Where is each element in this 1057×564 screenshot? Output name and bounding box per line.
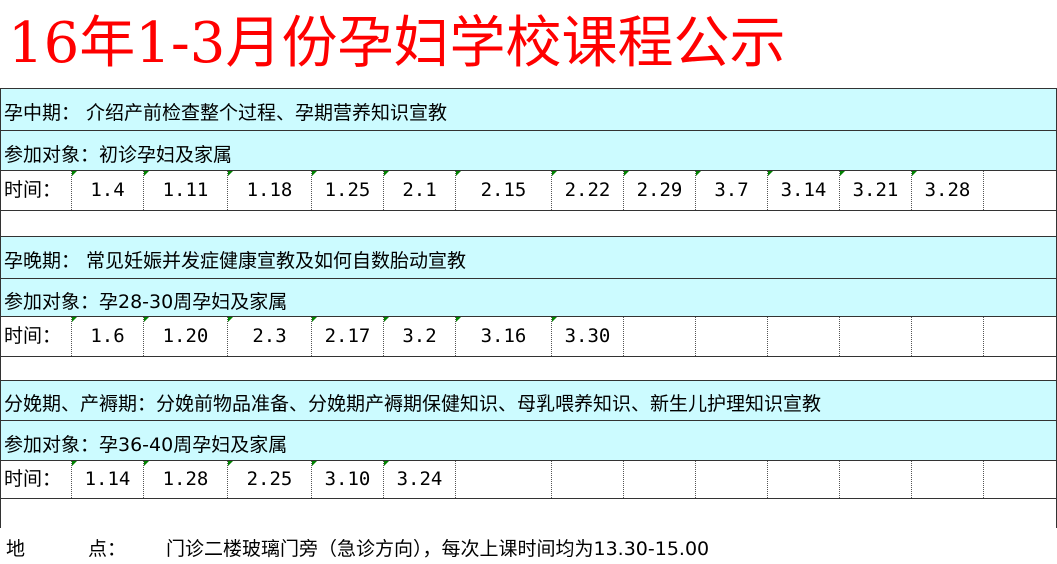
section-2-audience: 参加对象：孕28-30周孕妇及家属 bbox=[4, 291, 288, 313]
section-3-topic-row: 分娩期、产褥期：分娩前物品准备、分娩期产褥期保健知识、母乳喂养知识、新生儿护理知… bbox=[0, 380, 1057, 420]
date-cell: 3.24 bbox=[384, 460, 456, 498]
date-cell: 3.7 bbox=[696, 170, 768, 210]
time-label: 时间： bbox=[0, 316, 72, 356]
date-cell bbox=[696, 460, 768, 498]
grid-line bbox=[0, 316, 1057, 317]
date-cell: 2.25 bbox=[228, 460, 312, 498]
section-1-audience: 参加对象：初诊孕妇及家属 bbox=[4, 144, 233, 166]
section-1-audience-row: 参加对象：初诊孕妇及家属 bbox=[0, 130, 1057, 170]
grid-line bbox=[0, 420, 1057, 421]
section-2-audience-row: 参加对象：孕28-30周孕妇及家属 bbox=[0, 278, 1057, 316]
left-border bbox=[0, 88, 1, 528]
grid-line bbox=[0, 356, 1057, 357]
section-3-audience-row: 参加对象：孕36-40周孕妇及家属 bbox=[0, 420, 1057, 460]
date-cell bbox=[624, 316, 696, 356]
date-cell bbox=[624, 460, 696, 498]
section-3-schedule-row: 时间： 1.14 1.28 2.25 3.10 3.24 bbox=[0, 460, 1057, 498]
grid-line bbox=[0, 498, 1057, 499]
section-2-topic-row: 孕晚期： 常见妊娠并发症健康宣教及如何自数胎动宣教 bbox=[0, 236, 1057, 278]
footer-location: 地 点： 门诊二楼玻璃门旁（急诊方向），每次上课时间均为13.30-15.00 bbox=[0, 528, 1057, 564]
section-3-spacer bbox=[0, 498, 1057, 528]
date-cell bbox=[984, 316, 1057, 356]
footer-label-2: 点： bbox=[88, 538, 127, 560]
section-3-topic: 分娩期、产褥期：分娩前物品准备、分娩期产褥期保健知识、母乳喂养知识、新生儿护理知… bbox=[4, 393, 822, 415]
time-label: 时间： bbox=[0, 460, 72, 498]
grid-line bbox=[0, 130, 1057, 131]
date-cell: 2.29 bbox=[624, 170, 696, 210]
date-cell bbox=[984, 170, 1057, 210]
footer-label-1: 地 bbox=[6, 538, 26, 560]
date-cell: 1.14 bbox=[72, 460, 144, 498]
section-2-spacer bbox=[0, 356, 1057, 380]
date-cell: 2.17 bbox=[312, 316, 384, 356]
date-cell bbox=[912, 460, 984, 498]
grid-line bbox=[0, 170, 1057, 171]
section-3-audience: 参加对象：孕36-40周孕妇及家属 bbox=[4, 434, 288, 456]
date-cell bbox=[456, 460, 552, 498]
date-cell bbox=[552, 460, 624, 498]
date-cell: 1.6 bbox=[72, 316, 144, 356]
grid-line bbox=[0, 460, 1057, 461]
page-title: 16年1-3月份孕妇学校课程公示 bbox=[8, 11, 786, 76]
date-cell: 2.3 bbox=[228, 316, 312, 356]
section-1-spacer bbox=[0, 210, 1057, 236]
section-2-topic: 孕晚期： 常见妊娠并发症健康宣教及如何自数胎动宣教 bbox=[4, 250, 467, 272]
footer-text: 门诊二楼玻璃门旁（急诊方向），每次上课时间均为13.30-15.00 bbox=[166, 538, 710, 560]
date-cell: 3.2 bbox=[384, 316, 456, 356]
date-cell: 3.14 bbox=[768, 170, 840, 210]
date-cell bbox=[768, 316, 840, 356]
grid-line bbox=[0, 210, 1057, 211]
section-1-topic: 孕中期： 介绍产前检查整个过程、孕期营养知识宣教 bbox=[4, 102, 448, 124]
date-cell: 3.10 bbox=[312, 460, 384, 498]
section-2-schedule-row: 时间： 1.6 1.20 2.3 2.17 3.2 3.16 3.30 bbox=[0, 316, 1057, 356]
date-cell: 1.4 bbox=[72, 170, 144, 210]
page-title-area: 16年1-3月份孕妇学校课程公示 bbox=[0, 0, 1057, 88]
date-cell bbox=[840, 316, 912, 356]
date-cell bbox=[912, 316, 984, 356]
section-1-topic-row: 孕中期： 介绍产前检查整个过程、孕期营养知识宣教 bbox=[0, 88, 1057, 130]
grid-line bbox=[0, 278, 1057, 279]
date-cell: 2.22 bbox=[552, 170, 624, 210]
section-1-schedule-row: 时间： 1.4 1.11 1.18 1.25 2.1 2.15 2.22 2.29 3.7 3.14… bbox=[0, 170, 1057, 210]
date-cell: 1.20 bbox=[144, 316, 228, 356]
date-cell: 1.18 bbox=[228, 170, 312, 210]
date-cell bbox=[696, 316, 768, 356]
date-cell: 3.21 bbox=[840, 170, 912, 210]
date-cell: 2.1 bbox=[384, 170, 456, 210]
grid-line bbox=[0, 236, 1057, 237]
date-cell: 1.11 bbox=[144, 170, 228, 210]
grid-line bbox=[0, 88, 1057, 89]
date-cell: 1.25 bbox=[312, 170, 384, 210]
grid-line bbox=[0, 380, 1057, 381]
date-cell: 3.28 bbox=[912, 170, 984, 210]
time-label: 时间： bbox=[0, 170, 72, 210]
date-cell: 3.30 bbox=[552, 316, 624, 356]
date-cell: 3.16 bbox=[456, 316, 552, 356]
date-cell: 1.28 bbox=[144, 460, 228, 498]
date-cell bbox=[768, 460, 840, 498]
date-cell bbox=[840, 460, 912, 498]
date-cell bbox=[984, 460, 1057, 498]
date-cell: 2.15 bbox=[456, 170, 552, 210]
